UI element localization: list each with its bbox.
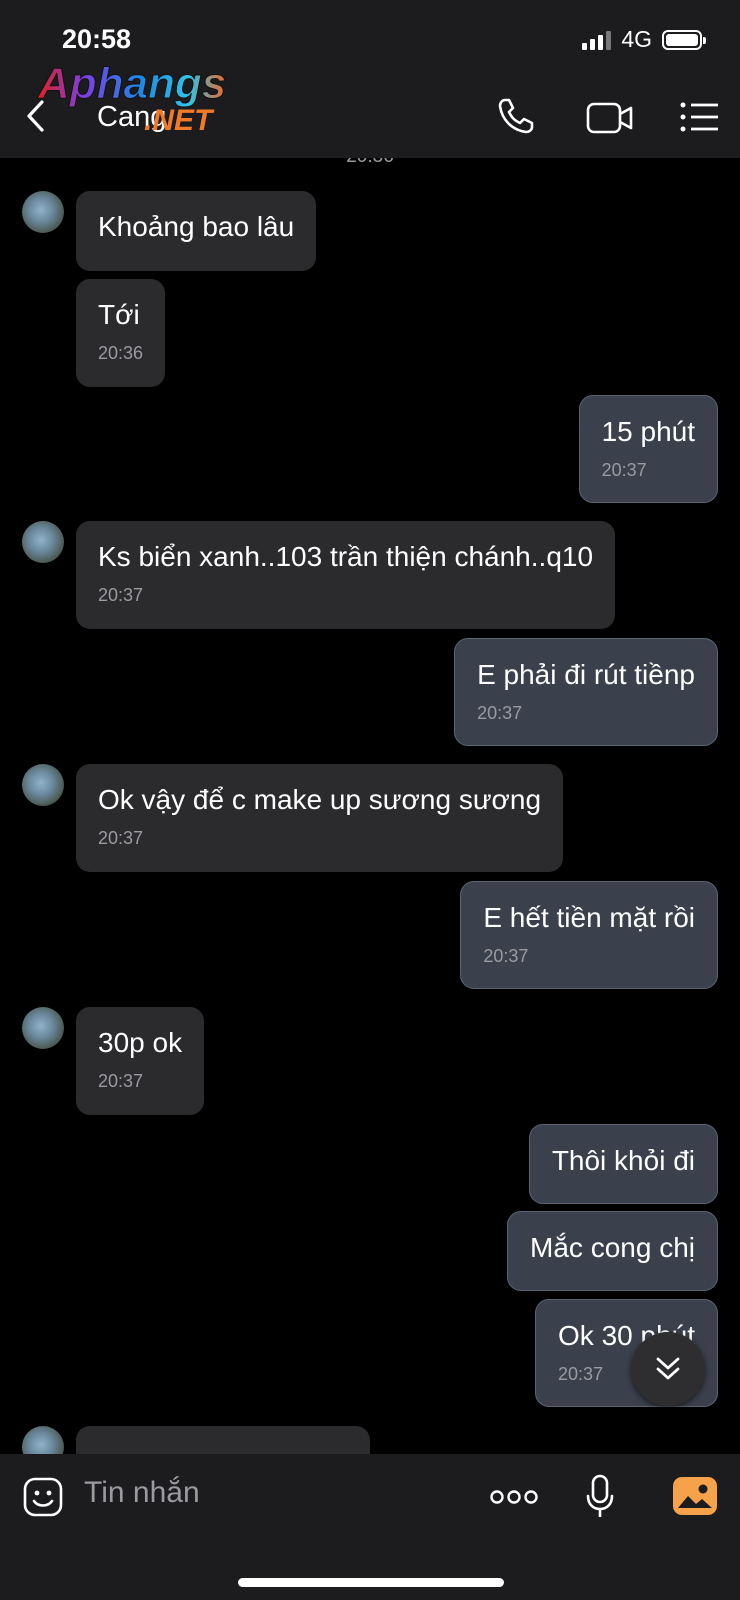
message-bubble-incoming[interactable]: Ok vậy để c make up sương sương 20:37	[76, 764, 564, 872]
message-text: Tới	[98, 299, 140, 330]
watermark-logo: Aphangs .NET	[37, 59, 227, 138]
chat-header: 20:58 4G Cang Aphangs .NET	[0, 0, 740, 158]
message-bubble-outgoing[interactable]: E phải đi rút tiềnp 20:37	[454, 638, 718, 746]
message-text: Ks biển xanh..103 trần thiện chánh..q10	[98, 541, 594, 572]
svg-text:Aphangs: Aphangs	[37, 59, 226, 108]
message-bubble-outgoing[interactable]: 15 phút 20:37	[578, 395, 718, 503]
message-bubble-outgoing[interactable]: Mắc cong chị	[507, 1211, 718, 1291]
contact-avatar[interactable]	[22, 1007, 64, 1049]
message-time: 20:37	[477, 703, 523, 723]
message-time: 20:37	[483, 946, 529, 966]
message-text: Khoảng bao lâu	[98, 211, 295, 242]
message-bubble-incoming[interactable]: Tới 20:36	[76, 279, 166, 387]
message-list[interactable]: 20:36 Khoảng bao lâu Tới 20:36 15 phút 2…	[0, 158, 740, 1454]
message-text: E hết tiền mặt rồi	[483, 902, 695, 933]
message-text: Ok vậy để c make up sương sương	[98, 784, 542, 815]
signal-icon	[582, 30, 612, 50]
message-bubble-outgoing[interactable]: E hết tiền mặt rồi 20:37	[460, 881, 718, 989]
double-chevron-down-icon	[656, 1357, 680, 1380]
message-input[interactable]: Tin nhắn	[84, 1476, 200, 1510]
message-bubble-incoming-partial[interactable]	[76, 1426, 370, 1454]
message-bubble-incoming[interactable]: Khoảng bao lâu	[76, 191, 317, 271]
message-bubble-incoming[interactable]: 30p ok 20:37	[76, 1007, 205, 1115]
svg-text:.NET: .NET	[144, 104, 215, 137]
date-separator: 20:36	[0, 158, 740, 168]
message-time: 20:37	[601, 460, 647, 480]
message-text: Mắc cong chị	[530, 1232, 695, 1263]
status-time: 20:58	[62, 24, 132, 54]
message-text: Thôi khỏi đi	[551, 1145, 695, 1176]
sticker-icon[interactable]	[22, 1476, 64, 1518]
status-indicators: 4G	[582, 26, 706, 53]
more-dots-icon[interactable]	[490, 1488, 538, 1506]
video-icon[interactable]	[586, 100, 634, 136]
message-bubble-outgoing[interactable]: Thôi khỏi đi	[528, 1124, 718, 1204]
battery-icon	[662, 29, 706, 50]
list-icon[interactable]	[680, 100, 720, 134]
contact-avatar[interactable]	[22, 764, 64, 806]
contact-avatar[interactable]	[22, 191, 64, 233]
microphone-icon[interactable]	[585, 1474, 615, 1520]
message-time: 20:36	[98, 343, 144, 363]
message-bubble-incoming[interactable]: Ks biển xanh..103 trần thiện chánh..q10 …	[76, 521, 616, 629]
message-time: 20:37	[98, 585, 144, 605]
home-indicator	[238, 1578, 504, 1587]
phone-icon[interactable]	[496, 96, 536, 136]
contact-avatar[interactable]	[22, 521, 64, 563]
contact-avatar[interactable]	[22, 1426, 64, 1454]
message-time: 20:37	[98, 828, 144, 848]
image-icon[interactable]	[672, 1474, 718, 1518]
message-text: E phải đi rút tiềnp	[477, 659, 695, 690]
network-type: 4G	[621, 26, 652, 52]
scroll-to-bottom-button[interactable]	[631, 1332, 705, 1406]
message-time: 20:37	[98, 1071, 144, 1091]
message-text: 15 phút	[601, 416, 695, 447]
message-text: 30p ok	[98, 1027, 183, 1058]
